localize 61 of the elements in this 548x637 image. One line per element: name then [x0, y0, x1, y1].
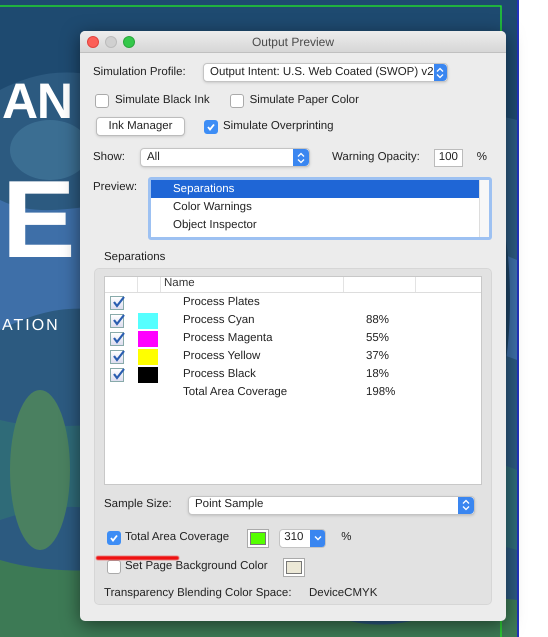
checkbox-label: Set Page Background Color [125, 559, 268, 574]
stepper-icon [458, 496, 474, 514]
checkbox-label: Total Area Coverage [125, 530, 230, 546]
color-button[interactable] [282, 558, 305, 576]
table-cell-text: Process Cyan [183, 312, 256, 328]
field-label: Warning Opacity: [332, 150, 420, 166]
checkbox[interactable] [95, 94, 109, 108]
checkbox[interactable] [230, 94, 244, 108]
checkbox[interactable] [110, 350, 124, 364]
table-cell-text: 88% [366, 312, 390, 328]
checkbox[interactable] [110, 368, 124, 382]
canvas-text: AN [2, 76, 72, 126]
checkmark-icon [109, 533, 119, 543]
table-cell-text: 198% [366, 384, 396, 400]
unit-label: % [476, 150, 488, 166]
table-cell-text: Process Magenta [183, 330, 274, 346]
checkbox-label: Simulate Paper Color [250, 93, 359, 108]
table-cell-text: 18% [366, 366, 390, 382]
canvas-text: ATION [2, 318, 60, 334]
stepper-icon [293, 149, 309, 166]
color-button[interactable] [247, 528, 270, 548]
zoom-button[interactable] [123, 36, 135, 48]
checkbox[interactable] [107, 560, 121, 574]
window-title: Output Preview [252, 34, 334, 50]
field-label: Sample Size: [104, 497, 173, 512]
table-cell-text: Process Plates [183, 294, 261, 310]
checkmark-icon [206, 122, 216, 132]
field-label: Preview: [93, 180, 138, 196]
field-label: Show: [93, 150, 126, 166]
unit-label: % [341, 530, 352, 546]
ink-manager-button[interactable]: Ink Manager [96, 117, 185, 136]
list-item[interactable]: Separations [151, 180, 479, 198]
field-label: Simulation Profile: [93, 64, 187, 80]
checkbox-label: Simulate Black Ink [115, 93, 210, 108]
checkbox[interactable] [110, 296, 124, 310]
group-title: Separations [104, 250, 166, 266]
checkbox[interactable] [204, 120, 218, 134]
opacity-field[interactable]: 100 [434, 148, 463, 167]
column-header[interactable]: Name [161, 276, 344, 292]
table-cell-text: Total Area Coverage [183, 384, 288, 400]
scrollbar[interactable] [479, 180, 489, 238]
table-cell-text: 55% [366, 330, 390, 346]
table-cell-text: 37% [366, 348, 390, 364]
table-cell-text: Process Yellow [183, 348, 262, 364]
caret-icon [310, 530, 326, 546]
sample-size-select[interactable]: Point Sample [188, 496, 475, 514]
show-select[interactable]: All [140, 148, 310, 168]
checkbox[interactable] [107, 531, 121, 545]
field-label: Transparency Blending Color Space: [104, 586, 293, 600]
canvas-text: E [2, 165, 76, 275]
checkbox[interactable] [110, 332, 124, 346]
coverage-select[interactable]: 310 [279, 528, 326, 548]
checkbox[interactable] [110, 314, 124, 328]
stepper-icon [434, 64, 447, 81]
list-item[interactable]: Object Inspector [151, 216, 479, 234]
checkbox-label: Simulate Overprinting [223, 119, 334, 134]
close-button[interactable] [87, 36, 99, 48]
profile-select[interactable]: Output Intent: U.S. Web Coated (SWOP) v2 [203, 63, 448, 82]
value-text: DeviceCMYK [309, 586, 378, 600]
list-item[interactable]: Color Warnings [151, 198, 479, 216]
table-cell-text: Process Black [183, 366, 257, 382]
